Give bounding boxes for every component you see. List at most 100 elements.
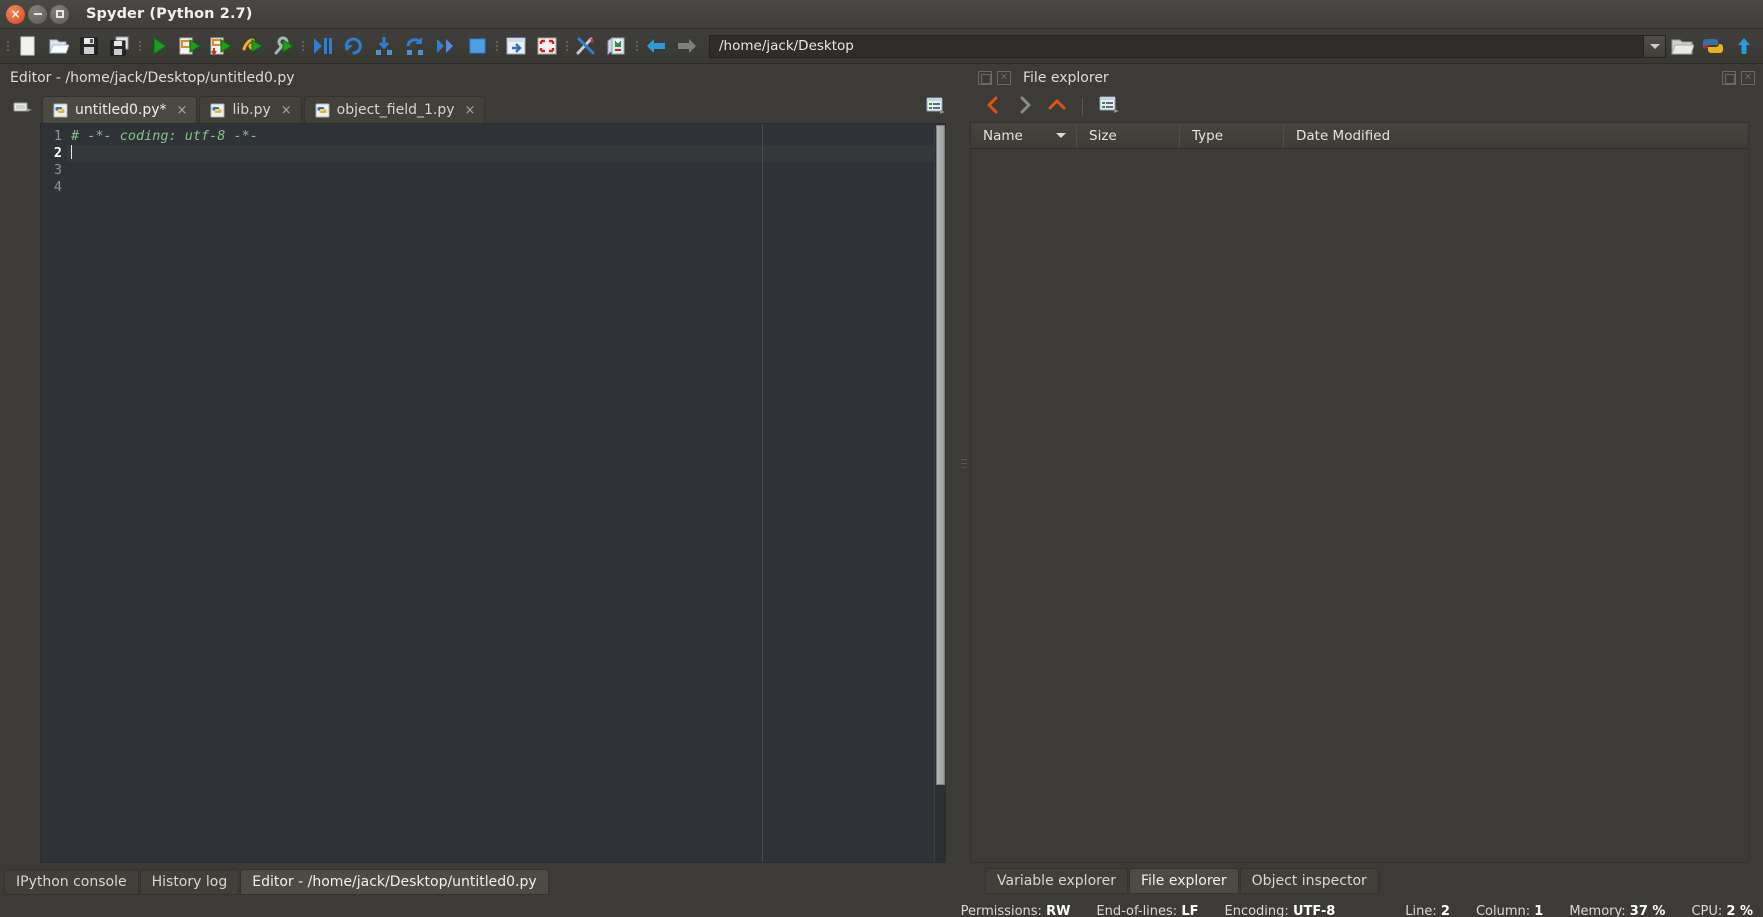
status-value: UTF-8 <box>1292 903 1336 917</box>
status-encoding: Encoding: UTF-8 <box>1225 904 1336 917</box>
toolbar-separator <box>493 35 500 57</box>
debug-step-into-icon[interactable] <box>369 31 399 61</box>
file-explorer-title-label: File explorer <box>1023 70 1109 86</box>
status-value: LF <box>1181 903 1199 917</box>
text-cursor <box>71 145 72 159</box>
status-value: 2 <box>1440 903 1450 917</box>
toolbar-separator <box>299 35 306 57</box>
window-maximize-button[interactable] <box>50 4 69 24</box>
column-header-size[interactable]: Size <box>1077 123 1180 148</box>
main-content-area: Editor - /home/jack/Desktop/untitled0.py… <box>0 64 1763 863</box>
new-file-icon[interactable] <box>12 31 42 61</box>
code-line: # -*- coding: utf-8 -*- <box>71 128 258 144</box>
tab-editor[interactable]: Editor - /home/jack/Desktop/untitled0.py <box>240 869 549 895</box>
window-titlebar: × Spyder (Python 2.7) <box>0 0 1763 29</box>
close-icon[interactable]: × <box>465 103 476 118</box>
undock-icon[interactable] <box>1722 71 1736 85</box>
tab-label: Variable explorer <box>997 873 1116 889</box>
toolbar-separator <box>4 35 11 57</box>
tab-label: Editor - /home/jack/Desktop/untitled0.py <box>252 874 537 890</box>
file-explorer-pane-buttons: ✕ <box>978 71 1011 85</box>
tab-ipython-console[interactable]: IPython console <box>4 869 139 895</box>
status-permissions: Permissions: RW <box>961 904 1071 917</box>
maximize-pane-icon[interactable] <box>501 31 531 61</box>
tab-history-log[interactable]: History log <box>139 869 240 895</box>
forward-icon[interactable] <box>1016 96 1034 118</box>
tab-object-inspector[interactable]: Object inspector <box>1239 868 1379 894</box>
file-explorer-rows[interactable] <box>971 149 1748 862</box>
debug-step-over-icon[interactable] <box>400 31 430 61</box>
forward-arrow-icon[interactable] <box>672 31 702 61</box>
window-close-button[interactable]: × <box>6 4 25 24</box>
working-directory-field[interactable]: /home/jack/Desktop <box>709 34 1666 58</box>
main-toolbar: /home/jack/Desktop <box>0 29 1763 64</box>
close-icon[interactable]: × <box>177 103 188 118</box>
run-cell-icon[interactable] <box>175 31 205 61</box>
back-icon[interactable] <box>984 96 1002 118</box>
line-number-gutter: 1 2 3 4 <box>41 124 67 862</box>
editor-tabbar: untitled0.py* × lib.py × object_field_1.… <box>0 92 958 123</box>
save-all-icon[interactable] <box>105 31 135 61</box>
tab-variable-explorer[interactable]: Variable explorer <box>985 868 1128 894</box>
column-header-type[interactable]: Type <box>1180 123 1284 148</box>
back-arrow-icon[interactable] <box>641 31 671 61</box>
debug-file-icon[interactable] <box>307 31 337 61</box>
pythonpath-manager-icon[interactable] <box>602 31 632 61</box>
file-explorer-table[interactable]: Name Size Type Date Modified <box>970 122 1749 863</box>
chevron-down-icon[interactable] <box>1643 35 1665 57</box>
python-interpreter-icon[interactable] <box>1698 31 1728 61</box>
configure-run-icon[interactable] <box>268 31 298 61</box>
line-number: 4 <box>53 179 62 195</box>
window-minimize-button[interactable] <box>28 4 47 24</box>
line-number: 1 <box>53 128 62 144</box>
undock-icon[interactable] <box>978 71 992 85</box>
debug-exit-icon[interactable] <box>462 31 492 61</box>
editor-tab-untitled0[interactable]: untitled0.py* × <box>42 96 198 123</box>
line-number: 2 <box>53 145 62 161</box>
debug-continue-icon[interactable] <box>338 31 368 61</box>
edge-column-line <box>762 124 763 862</box>
parent-dir-icon[interactable] <box>1729 31 1759 61</box>
status-label: Column: <box>1475 903 1531 917</box>
run-selection-icon[interactable] <box>237 31 267 61</box>
fullscreen-icon[interactable] <box>532 31 562 61</box>
python-file-icon <box>53 102 68 118</box>
save-file-icon[interactable] <box>74 31 104 61</box>
run-cell-advance-icon[interactable] <box>206 31 236 61</box>
toolbar-divider <box>1082 98 1083 116</box>
column-header-label: Size <box>1089 127 1117 144</box>
tab-file-explorer[interactable]: File explorer <box>1128 868 1239 894</box>
line-number: 3 <box>53 162 62 178</box>
run-file-icon[interactable] <box>144 31 174 61</box>
editor-vertical-scrollbar[interactable] <box>934 124 945 862</box>
close-pane-icon[interactable]: ✕ <box>997 71 1011 85</box>
debug-step-return-icon[interactable] <box>431 31 461 61</box>
column-header-label: Name <box>983 127 1023 144</box>
python-file-icon <box>210 102 225 118</box>
status-value: 37 % <box>1629 903 1666 917</box>
status-line: Line: 2 <box>1405 904 1450 917</box>
code-text[interactable]: # -*- coding: utf-8 -*- <box>67 124 934 862</box>
preferences-icon[interactable] <box>571 31 601 61</box>
file-explorer-header-row: Name Size Type Date Modified <box>971 123 1748 149</box>
column-header-name[interactable]: Name <box>971 123 1077 148</box>
right-dock-tabbar: Variable explorer File explorer Object i… <box>985 868 1380 894</box>
column-header-date-modified[interactable]: Date Modified <box>1284 123 1748 148</box>
status-bar: Permissions: RW End-of-lines: LF Encodin… <box>0 899 1763 917</box>
pane-splitter-handle[interactable] <box>958 64 970 863</box>
editor-tab-lib[interactable]: lib.py × <box>199 96 302 123</box>
editor-options-icon[interactable] <box>926 97 946 119</box>
editor-tab-object-field-1[interactable]: object_field_1.py × <box>303 96 486 123</box>
open-file-icon[interactable] <box>43 31 73 61</box>
parent-directory-icon[interactable] <box>1048 96 1066 118</box>
browse-tabs-icon[interactable] <box>12 97 34 121</box>
browse-folder-icon[interactable] <box>1667 31 1697 61</box>
explorer-options-icon[interactable] <box>1099 96 1121 118</box>
scrollbar-thumb[interactable] <box>936 125 945 785</box>
close-pane-icon[interactable]: ✕ <box>1741 71 1755 85</box>
editor-code-area[interactable]: 1 2 3 4 # -*- coding: utf-8 -*- <box>40 123 946 863</box>
status-label: CPU: <box>1691 903 1723 917</box>
close-icon[interactable]: × <box>281 103 292 118</box>
